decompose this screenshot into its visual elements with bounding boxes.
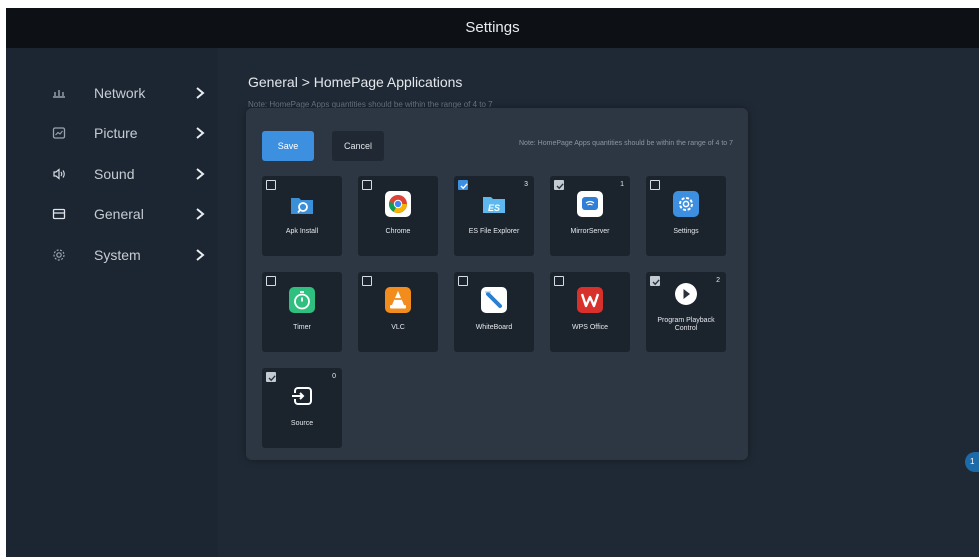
sidebar-item-label: General xyxy=(94,206,144,222)
order-number: 0 xyxy=(332,373,336,380)
sidebar-item-label: Network xyxy=(94,85,146,101)
app-tile-settings[interactable]: Settings xyxy=(646,176,726,256)
sidebar-item-network[interactable]: Network xyxy=(6,76,218,110)
checkbox-checked[interactable] xyxy=(554,180,564,190)
window-title: Settings xyxy=(6,8,979,48)
svg-text:ES: ES xyxy=(488,203,500,213)
dialog-note: Note: HomePage Apps quantities should be… xyxy=(519,140,734,147)
checkbox-checked[interactable] xyxy=(266,372,276,382)
sidebar-item-label: Sound xyxy=(94,166,135,182)
chrome-icon xyxy=(385,191,411,217)
chevron-right-icon xyxy=(194,207,206,221)
checkbox[interactable] xyxy=(362,276,372,286)
sidebar-item-label: Picture xyxy=(94,125,138,141)
sidebar-item-label: System xyxy=(94,247,141,263)
app-tile-whiteboard[interactable]: WhiteBoard xyxy=(454,272,534,352)
sidebar: Network Picture Sound General System xyxy=(6,48,218,557)
chevron-right-icon xyxy=(194,126,206,140)
picture-icon xyxy=(52,126,66,140)
checkbox[interactable] xyxy=(266,276,276,286)
sidebar-item-sound[interactable]: Sound xyxy=(6,157,218,191)
system-icon xyxy=(52,248,66,262)
app-name: Source xyxy=(290,420,314,427)
checkbox[interactable] xyxy=(266,180,276,190)
apk-install-icon xyxy=(289,191,315,217)
vlc-icon xyxy=(385,287,411,313)
app-name: WPS Office xyxy=(571,324,609,331)
mirrorserver-icon xyxy=(577,191,603,217)
app-tile-source[interactable]: 0 Source xyxy=(262,368,342,448)
es-file-explorer-icon: ES xyxy=(481,191,507,217)
sound-icon xyxy=(52,167,66,181)
order-number: 1 xyxy=(620,181,624,188)
save-button[interactable]: Save xyxy=(262,131,314,161)
app-tile-timer[interactable]: Timer xyxy=(262,272,342,352)
app-name: WhiteBoard xyxy=(475,324,513,331)
chevron-right-icon xyxy=(194,248,206,262)
checkbox-checked[interactable] xyxy=(458,180,468,190)
checkbox[interactable] xyxy=(362,180,372,190)
app-name: ES File Explorer xyxy=(468,228,520,235)
app-tile-wps-office[interactable]: WPS Office xyxy=(550,272,630,352)
breadcrumb: General > HomePage Applications xyxy=(248,74,463,90)
app-name: Apk Install xyxy=(285,228,319,235)
sidebar-item-general[interactable]: General xyxy=(6,197,218,231)
main-content: General > HomePage Applications Note: Ho… xyxy=(218,48,979,557)
page-indicator[interactable]: 1 xyxy=(965,452,979,472)
checkbox[interactable] xyxy=(458,276,468,286)
wps-office-icon xyxy=(577,287,603,313)
general-icon xyxy=(52,207,66,221)
source-icon xyxy=(289,383,315,409)
program-playback-icon xyxy=(673,281,699,307)
whiteboard-icon xyxy=(481,287,507,313)
app-tile-chrome[interactable]: Chrome xyxy=(358,176,438,256)
app-name: Settings xyxy=(673,228,699,235)
app-name: Timer xyxy=(293,324,311,331)
cancel-button[interactable]: Cancel xyxy=(332,131,384,161)
app-tile-es-file-explorer[interactable]: 3 ES ES File Explorer xyxy=(454,176,534,256)
app-tile-program-playback-control[interactable]: 2 Program Playback Control xyxy=(646,272,726,352)
sidebar-item-picture[interactable]: Picture xyxy=(6,116,218,150)
app-name: Chrome xyxy=(385,228,411,235)
app-name: Program Playback Control xyxy=(657,317,715,332)
checkbox-checked[interactable] xyxy=(650,276,660,286)
timer-icon xyxy=(289,287,315,313)
app-tile-mirrorserver[interactable]: 1 MirrorServer xyxy=(550,176,630,256)
checkbox[interactable] xyxy=(554,276,564,286)
checkbox[interactable] xyxy=(650,180,660,190)
chevron-right-icon xyxy=(194,86,206,100)
app-tile-apk-install[interactable]: Apk Install xyxy=(262,176,342,256)
order-number: 3 xyxy=(524,181,528,188)
app-tile-vlc[interactable]: VLC xyxy=(358,272,438,352)
chevron-right-icon xyxy=(194,167,206,181)
app-name: MirrorServer xyxy=(570,228,610,235)
tv-screen: Settings Network Picture Sound General S… xyxy=(6,8,979,557)
app-name: VLC xyxy=(391,324,405,331)
order-number: 2 xyxy=(716,277,720,284)
homepage-apps-dialog: Save Cancel Note: HomePage Apps quantiti… xyxy=(246,108,748,460)
settings-icon xyxy=(673,191,699,217)
sidebar-item-system[interactable]: System xyxy=(6,238,218,272)
network-icon xyxy=(52,86,66,100)
